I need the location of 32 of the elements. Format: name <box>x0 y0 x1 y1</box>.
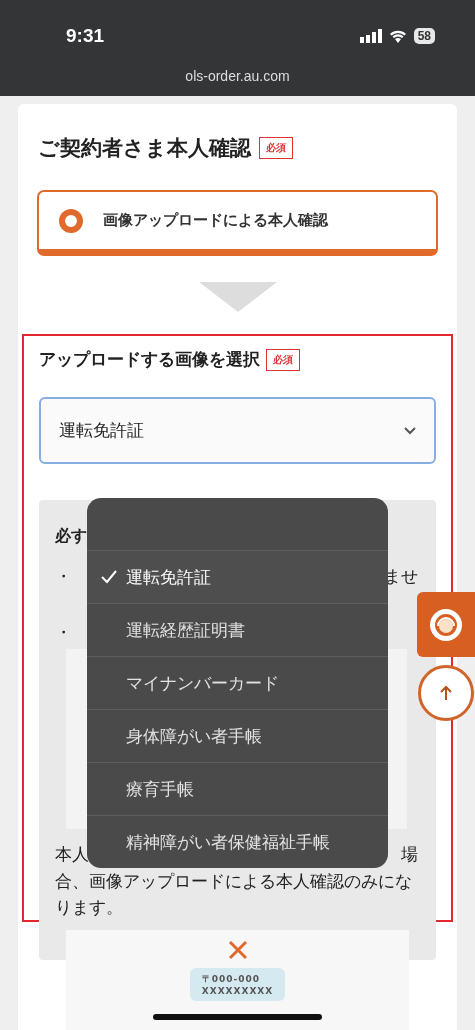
menu-item[interactable]: 精神障がい者保健福祉手帳 <box>87 815 388 868</box>
bullet-mark: ・ <box>55 565 72 587</box>
required-label: 必須 <box>266 348 300 371</box>
menu-item[interactable]: マイナンバーカード <box>87 656 388 709</box>
menu-item[interactable]: 運転経歴証明書 <box>87 603 388 656</box>
check-icon <box>101 570 117 584</box>
arrow-up-icon <box>439 685 453 701</box>
headset-icon <box>429 607 463 642</box>
notice-text: 場 <box>401 843 418 866</box>
wifi-icon <box>388 29 407 43</box>
bullet-mark: ・ <box>55 621 72 643</box>
document-select[interactable]: 運転免許証 <box>39 397 436 464</box>
postal-code: 〒000-000 <box>201 973 262 986</box>
notice-heading: 必す <box>55 526 88 547</box>
menu-item[interactable]: 運転免許証 <box>87 550 388 603</box>
address-text: XXXXXXXXX <box>201 986 274 996</box>
status-time: 9:31 <box>66 25 105 47</box>
signal-icon <box>359 29 382 43</box>
down-triangle-icon <box>198 282 277 312</box>
support-button[interactable] <box>417 592 475 657</box>
notice-text: 本人 <box>55 843 89 866</box>
address-bar-url[interactable]: ols-order.au.com <box>185 68 290 84</box>
chevron-down-icon <box>404 426 416 435</box>
section-title: ご契約者さま本人確認 <box>38 135 251 162</box>
notice-paragraph: 合、画像アップロードによる本人確認のみになります。 <box>55 870 413 919</box>
cross-icon <box>227 940 248 960</box>
upload-title: アップロードする画像を選択 <box>39 348 260 371</box>
menu-item[interactable]: 療育手帳 <box>87 762 388 815</box>
required-label: 必須 <box>259 137 293 159</box>
battery-level: 58 <box>413 28 435 44</box>
menu-item[interactable]: 身体障がい者手帳 <box>87 709 388 762</box>
verification-option[interactable]: 画像アップロードによる本人確認 <box>37 190 438 256</box>
